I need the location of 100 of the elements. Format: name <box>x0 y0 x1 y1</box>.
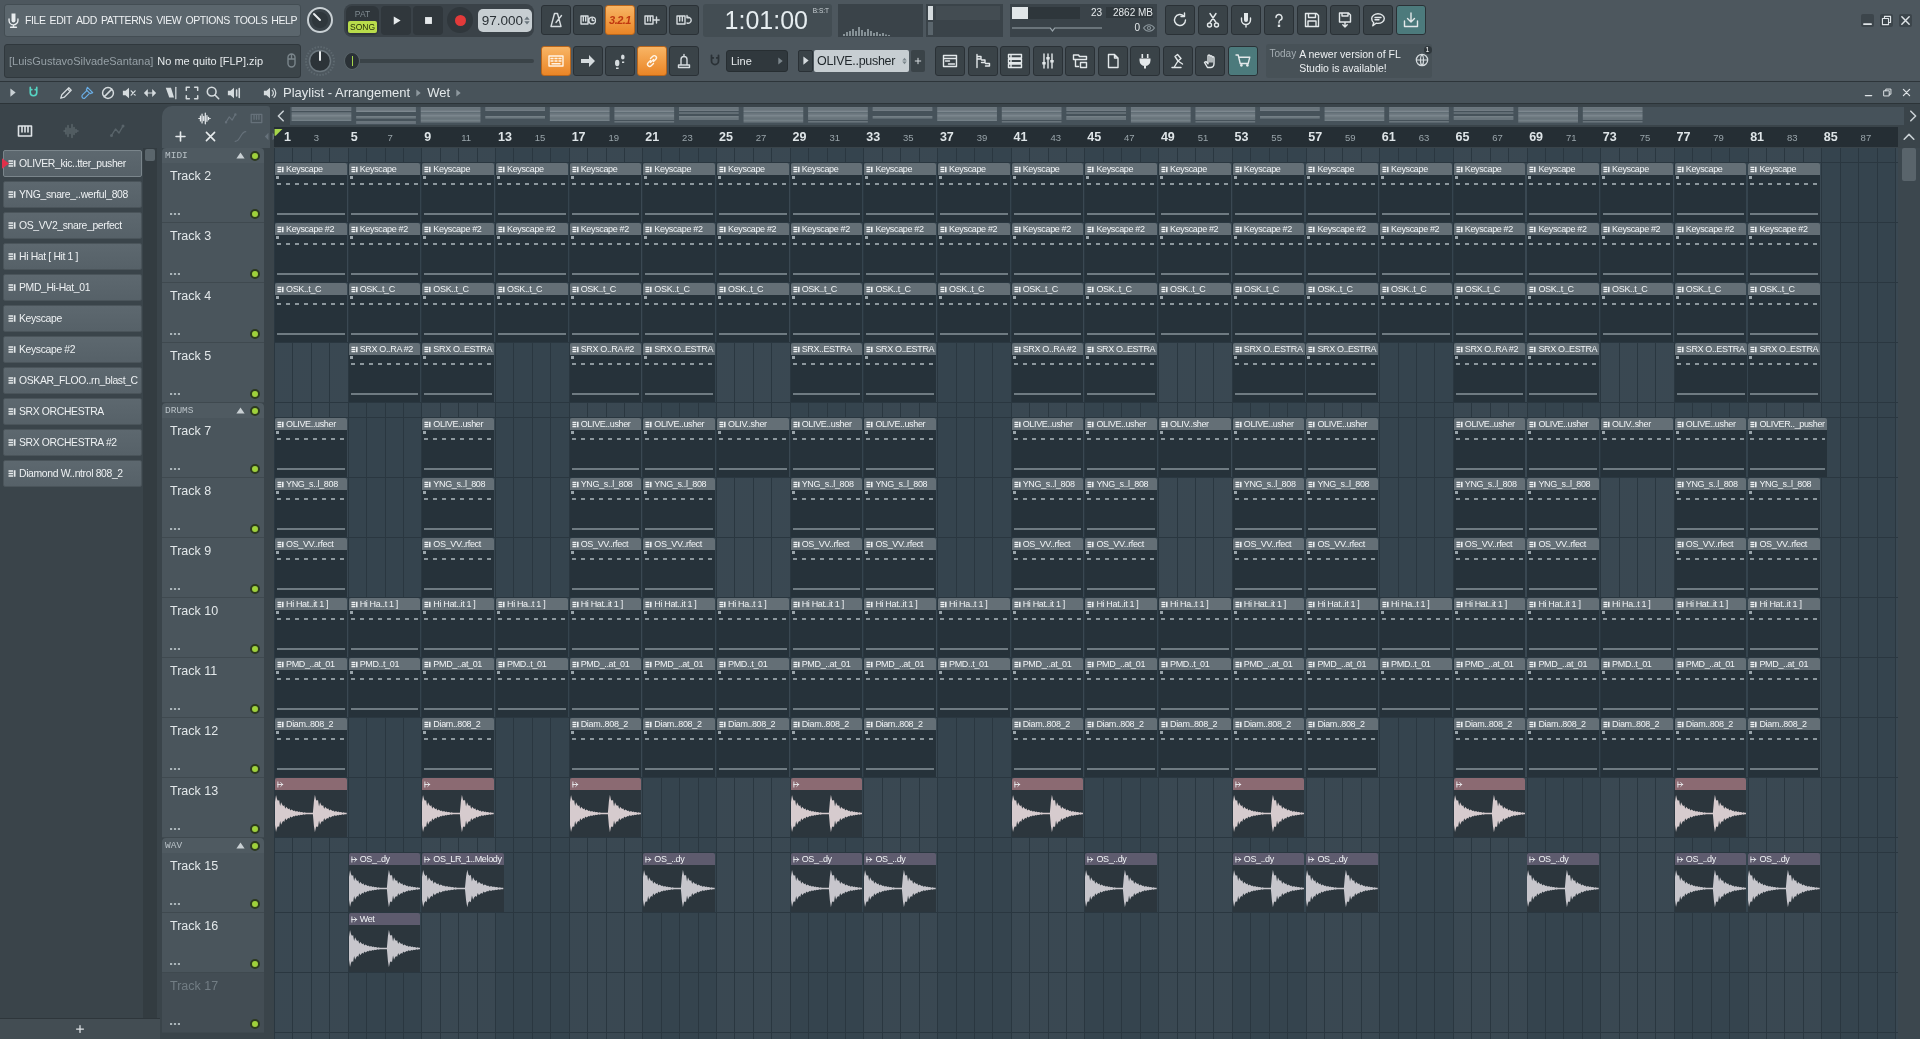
microphone-button[interactable] <box>1231 5 1261 35</box>
refresh-button[interactable] <box>1165 5 1195 35</box>
led-icon[interactable] <box>250 584 260 594</box>
pattern-clip[interactable]: Hi Hat..it 1 ] <box>1674 598 1747 657</box>
audio-clip[interactable] <box>1674 778 1747 837</box>
pattern-clip[interactable]: Diam..808_2 <box>275 718 347 777</box>
audio-clip[interactable] <box>275 778 347 837</box>
pattern-clip[interactable]: SRX O..ESTRA <box>1527 343 1600 402</box>
pattern-clip[interactable]: YNG_s..l_808 <box>1232 478 1305 537</box>
track-header[interactable]: Track 11 <box>162 658 264 718</box>
pattern-clip[interactable]: SRX O..RA #2 <box>1011 343 1084 402</box>
pattern-clip[interactable]: PMD..t_01 <box>938 658 1010 717</box>
pattern-clip[interactable]: OSK..t_C <box>1601 283 1673 342</box>
pattern-clip[interactable]: Diam..808_2 <box>717 718 789 777</box>
pattern-clip[interactable]: OLIVE..usher <box>1011 418 1084 477</box>
led-icon[interactable] <box>250 389 260 399</box>
more-icon[interactable] <box>170 902 180 906</box>
audio-clip[interactable]: OS_..dy <box>1306 853 1379 912</box>
lamp-button[interactable] <box>1162 45 1193 76</box>
pattern-clip[interactable]: OS_VV..rfect <box>275 538 347 597</box>
pattern-clip[interactable]: PMD_..at_01 <box>569 658 642 717</box>
no-entry-icon[interactable] <box>101 85 115 100</box>
pattern-clip[interactable]: SRX O..ESTRA <box>864 343 937 402</box>
track-header[interactable]: Track 5 <box>162 343 264 403</box>
pattern-clip[interactable]: PMD_..at_01 <box>1748 658 1821 717</box>
scrollbar-thumb[interactable] <box>1902 148 1916 181</box>
more-icon[interactable] <box>170 827 180 831</box>
pattern-clip[interactable]: YNG_s..l_808 <box>864 478 937 537</box>
channel-button[interactable]: SRX ORCHESTRA <box>3 398 142 425</box>
pattern-clip[interactable]: Hi Ha..t 1 ] <box>348 598 421 657</box>
pattern-clip[interactable]: OSK..t_C <box>938 283 1010 342</box>
pattern-clip[interactable]: PMD..t_01 <box>1601 658 1673 717</box>
track-header[interactable]: Track 15 <box>162 853 264 913</box>
caret-icon[interactable] <box>10 88 16 97</box>
pattern-clip[interactable]: Keyscape <box>348 163 421 222</box>
more-icon[interactable] <box>170 707 180 711</box>
led-icon[interactable] <box>250 840 260 851</box>
pattern-clip[interactable]: Hi Ha..t 1 ] <box>938 598 1010 657</box>
pattern-clip[interactable]: SRX O..RA #2 <box>569 343 642 402</box>
pattern-clip[interactable]: Keyscape <box>1085 163 1158 222</box>
pattern-clip[interactable]: Hi Hat..it 1 ] <box>1453 598 1526 657</box>
pattern-clip[interactable]: Diam..808_2 <box>1085 718 1158 777</box>
audio-clip[interactable]: OS_..dy <box>1232 853 1305 912</box>
more-icon[interactable] <box>170 392 180 396</box>
audio-clip[interactable] <box>1011 778 1084 837</box>
magnet-icon[interactable] <box>27 86 40 99</box>
pattern-clip[interactable]: YNG_s..l_808 <box>1674 478 1747 537</box>
pattern-clip[interactable]: OLIVE..usher <box>1085 418 1158 477</box>
channel-button[interactable]: Hi Hat [ Hit 1 ] <box>3 243 142 270</box>
pattern-clip[interactable]: OLIVE..usher <box>643 418 716 477</box>
pattern-clip[interactable]: Hi Hat..it 1 ] <box>864 598 937 657</box>
speaker-icon[interactable] <box>263 85 277 100</box>
breadcrumb-item[interactable]: Wet <box>427 85 451 100</box>
led-icon[interactable] <box>250 405 260 416</box>
pattern-clip[interactable]: SRX O..ESTRA <box>643 343 716 402</box>
hand-button[interactable] <box>1195 45 1225 76</box>
audio-clip[interactable]: Wet <box>348 913 421 972</box>
microphone-logo-icon[interactable] <box>8 12 19 28</box>
pattern-clip[interactable]: YNG_s..l_808 <box>275 478 347 537</box>
steps-button[interactable] <box>967 45 998 76</box>
more-icon[interactable] <box>170 647 180 651</box>
pattern-clip[interactable]: Keyscape #2 <box>790 223 863 282</box>
spin-arrows-icon[interactable] <box>524 15 530 25</box>
pattern-clip[interactable]: Keyscape <box>1232 163 1305 222</box>
pattern-clip[interactable]: YNG_s..l_808 <box>422 478 494 537</box>
pattern-clip[interactable]: Keyscape #2 <box>1011 223 1084 282</box>
pattern-clip[interactable]: PMD_..at_01 <box>422 658 494 717</box>
toolbar-toggle[interactable] <box>573 5 603 35</box>
led-icon[interactable] <box>250 959 260 969</box>
pattern-clip[interactable]: Keyscape #2 <box>1527 223 1600 282</box>
pattern-clip[interactable]: Diam..808_2 <box>643 718 716 777</box>
pattern-clip[interactable]: OS_VV..rfect <box>1453 538 1526 597</box>
audio-clip[interactable]: OS_..dy <box>864 853 937 912</box>
pattern-clip[interactable]: Keyscape #2 <box>422 223 494 282</box>
pattern-clip[interactable]: OSK..t_C <box>1380 283 1452 342</box>
pattern-clip[interactable]: Hi Hat..it 1 ] <box>1085 598 1158 657</box>
scrollbar[interactable] <box>143 148 157 1018</box>
download-button[interactable] <box>1396 5 1426 35</box>
pattern-clip[interactable]: OS_VV..rfect <box>1748 538 1821 597</box>
pattern-clip[interactable]: Diam..808_2 <box>864 718 937 777</box>
pattern-clip[interactable]: PMD..t_01 <box>348 658 421 717</box>
toolbar-toggle[interactable] <box>669 45 699 76</box>
collapse-icon[interactable] <box>236 152 245 159</box>
track-header[interactable]: Track 8 <box>162 478 264 538</box>
pattern-clip[interactable]: OLIV..sher <box>1601 418 1673 477</box>
playlist-grid[interactable] <box>274 148 1898 1039</box>
pattern-clip[interactable]: Keyscape <box>1748 163 1821 222</box>
audio-clip[interactable] <box>569 778 642 837</box>
pattern-clip[interactable]: PMD_..at_01 <box>1306 658 1379 717</box>
zoom-icon[interactable] <box>206 85 220 100</box>
channel-button[interactable]: Keyscape <box>3 305 142 332</box>
pattern-clip[interactable]: OLIVE..usher <box>1306 418 1379 477</box>
toolbar-toggle[interactable] <box>637 5 667 35</box>
knife-icon[interactable] <box>164 85 178 100</box>
add-channel-button[interactable] <box>73 1022 87 1036</box>
close-icon[interactable] <box>1899 13 1912 27</box>
pattern-clip[interactable]: SRX..ESTRA <box>790 343 863 402</box>
menu-item[interactable]: HELP <box>271 14 298 26</box>
pattern-clip[interactable]: Keyscape <box>1011 163 1084 222</box>
pattern-clip[interactable]: Keyscape #2 <box>717 223 789 282</box>
